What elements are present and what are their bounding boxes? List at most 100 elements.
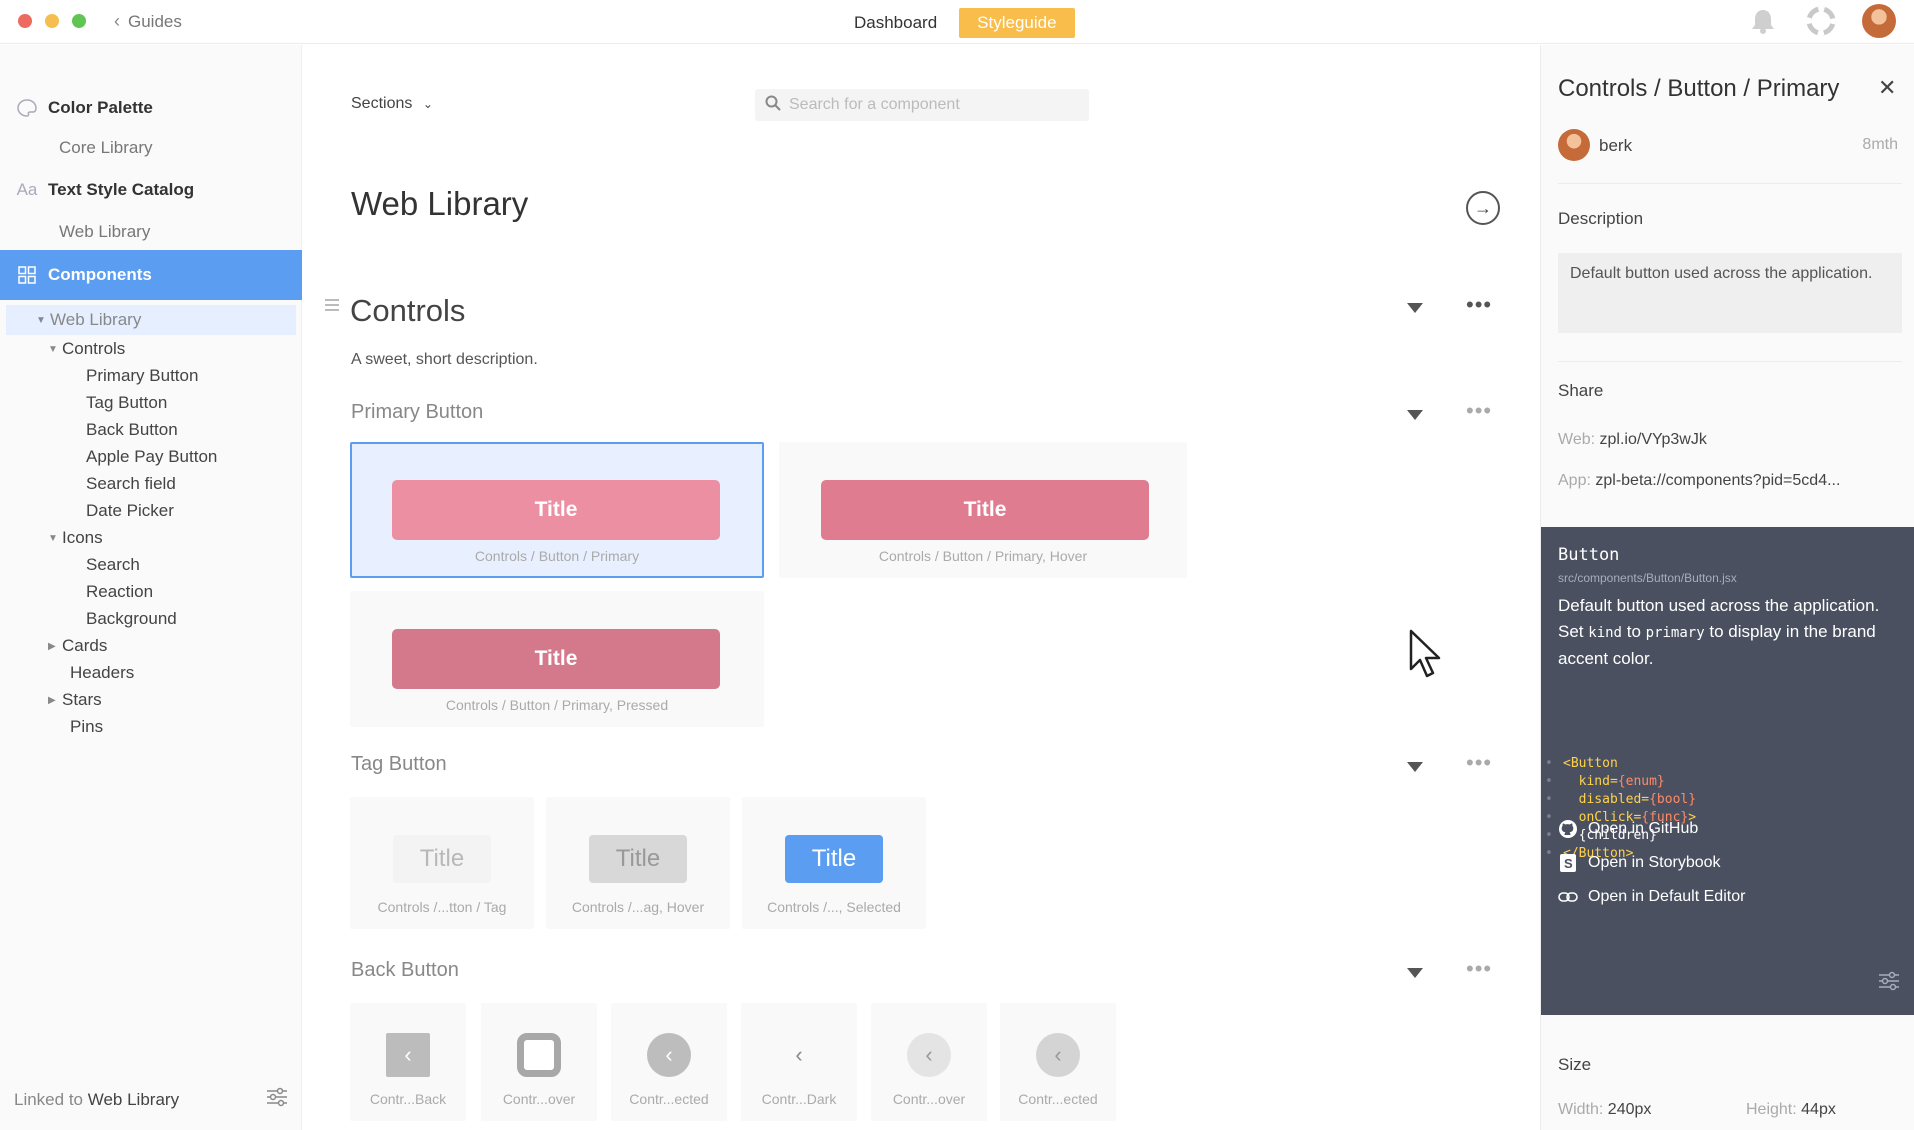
search-icon [765, 95, 781, 116]
sidebar-label: Components [48, 265, 152, 284]
component-card-tag-hover[interactable]: Title Controls /...ag, Hover [546, 797, 730, 929]
tree-item-headers[interactable]: Headers [0, 659, 302, 687]
notifications-bell-icon[interactable] [1746, 4, 1780, 38]
tree-item-stars[interactable]: ▶ Stars [0, 686, 302, 714]
sections-dropdown[interactable]: Sections ⌄ [351, 95, 433, 113]
tree-item-tag-button[interactable]: Tag Button [0, 389, 302, 417]
sidebar-item-components[interactable]: Components [0, 250, 302, 300]
open-in-default-editor-link[interactable]: Open in Default Editor [1558, 887, 1745, 907]
open-in-github-link[interactable]: Open in GitHub [1558, 819, 1698, 839]
component-card-back-selected[interactable]: ‹ Contr...ected [611, 1003, 727, 1121]
tree-item-reaction[interactable]: Reaction [0, 578, 302, 606]
component-card-back-hover[interactable]: Contr...over [481, 1003, 597, 1121]
width-label: Width: [1558, 1101, 1604, 1118]
minimize-window-button[interactable] [45, 14, 59, 28]
tab-dashboard[interactable]: Dashboard [836, 8, 955, 38]
search-input[interactable] [789, 96, 1079, 114]
app-url[interactable]: zpl-beta://components?pid=5cd4... [1595, 472, 1840, 489]
close-window-button[interactable] [18, 14, 32, 28]
back-more-button[interactable]: ••• [1466, 958, 1492, 980]
component-path: src/components/Button/Button.jsx [1558, 571, 1737, 585]
primary-hover-button-preview[interactable]: Title [821, 480, 1149, 540]
primary-pressed-button-preview[interactable]: Title [392, 629, 720, 689]
collapse-primary-button[interactable] [1404, 406, 1424, 422]
maximize-window-button[interactable] [72, 14, 86, 28]
back-to-guides-button[interactable]: ‹ Guides [114, 11, 182, 32]
divider [1558, 361, 1902, 362]
svg-text:S: S [1564, 856, 1573, 871]
tree-item-primary-button[interactable]: Primary Button [0, 362, 302, 390]
collapse-tag-button[interactable] [1404, 758, 1424, 774]
section-more-button[interactable]: ••• [1466, 294, 1492, 316]
chevron-down-icon: ⌄ [422, 97, 433, 111]
tree-item-date-picker[interactable]: Date Picker [0, 497, 302, 525]
back-dark-selected-button-preview[interactable]: ‹ [1036, 1033, 1080, 1077]
share-app-row[interactable]: App: zpl-beta://components?pid=5cd4... [1558, 472, 1840, 490]
linked-library-name[interactable]: Web Library [88, 1090, 179, 1109]
tag-more-button[interactable]: ••• [1466, 752, 1492, 774]
component-card-back-dark-hover[interactable]: ‹ Contr...over [871, 1003, 987, 1121]
component-card-primary-pressed[interactable]: Title Controls / Button / Primary, Press… [350, 591, 764, 727]
drag-handle-icon[interactable] [325, 299, 339, 314]
open-arrow-button[interactable]: → [1466, 191, 1500, 225]
component-name: Button [1558, 545, 1620, 565]
back-selected-button-preview[interactable]: ‹ [647, 1033, 691, 1077]
tree-item-cards[interactable]: ▶ Cards [0, 632, 302, 660]
component-search [755, 89, 1089, 121]
sidebar-item-text-style-catalog[interactable]: Aa Text Style Catalog [0, 175, 302, 205]
editor-settings-icon[interactable] [1878, 971, 1900, 996]
component-card-primary-hover[interactable]: Title Controls / Button / Primary, Hover [779, 442, 1187, 578]
tag-selected-button-preview[interactable]: Title [785, 835, 883, 883]
component-card-back-dark[interactable]: ‹ Contr...Dark [741, 1003, 857, 1121]
sidebar-label: Web Library [50, 310, 142, 329]
link-label: Open in Storybook [1588, 854, 1721, 871]
tab-styleguide[interactable]: Styleguide [959, 8, 1075, 38]
size-label: Size [1558, 1055, 1592, 1074]
collapse-back-button[interactable] [1404, 964, 1424, 980]
component-card-tag-selected[interactable]: Title Controls /..., Selected [742, 797, 926, 929]
open-in-storybook-link[interactable]: S Open in Storybook [1558, 853, 1721, 873]
component-caption: Contr...ected [1018, 1091, 1098, 1107]
tree-item-background[interactable]: Background [0, 605, 302, 633]
tree-item-apple-pay-button[interactable]: Apple Pay Button [0, 443, 302, 471]
share-web-row[interactable]: Web: zpl.io/VYp3wJk [1558, 431, 1707, 449]
primary-button-preview[interactable]: Title [392, 480, 720, 540]
tree-item-search[interactable]: Search [0, 551, 302, 579]
tree-item-back-button[interactable]: Back Button [0, 416, 302, 444]
component-card-tag[interactable]: Title Controls /...tton / Tag [350, 797, 534, 929]
sidebar-item-color-palette[interactable]: Color Palette [0, 93, 302, 123]
height-label: Height: [1746, 1101, 1797, 1118]
component-card-back-dark-selected[interactable]: ‹ Contr...ected [1000, 1003, 1116, 1121]
left-sidebar: Color Palette Core Library Aa Text Style… [0, 45, 302, 1130]
component-card-back[interactable]: ‹ Contr...Back [350, 1003, 466, 1121]
author-name: berk [1599, 136, 1633, 155]
code-block[interactable]: • <Button • kind={enum} • disabled={bool}… [1545, 755, 1696, 863]
tree-item-controls[interactable]: ▼ Controls [0, 335, 302, 363]
primary-more-button[interactable]: ••• [1466, 400, 1492, 422]
sidebar-item-core-library[interactable]: Core Library [0, 133, 302, 163]
tree-item-pins[interactable]: Pins [0, 713, 302, 741]
collapse-section-button[interactable] [1404, 299, 1424, 315]
code-snippet-panel: Button src/components/Button/Button.jsx … [1541, 527, 1914, 1015]
sidebar-item-web-library-text[interactable]: Web Library [0, 217, 302, 247]
tag-hover-button-preview[interactable]: Title [589, 835, 687, 883]
tree-item-search-field[interactable]: Search field [0, 470, 302, 498]
back-hover-button-preview[interactable] [517, 1033, 561, 1077]
sidebar-item-web-library-components[interactable]: ▼ Web Library [6, 305, 296, 335]
close-panel-button[interactable]: ✕ [1878, 75, 1896, 101]
link-label: Open in GitHub [1588, 820, 1699, 837]
tag-button-preview[interactable]: Title [393, 835, 491, 883]
description-text[interactable]: Default button used across the applicati… [1558, 253, 1902, 333]
help-lifebuoy-icon[interactable] [1804, 4, 1838, 38]
back-dark-button-preview[interactable]: ‹ [777, 1033, 821, 1077]
back-button-preview[interactable]: ‹ [386, 1033, 430, 1077]
web-url[interactable]: zpl.io/VYp3wJk [1600, 431, 1707, 448]
tree-item-icons[interactable]: ▼ Icons [0, 524, 302, 552]
sidebar-footer: Linked to Web Library [14, 1087, 288, 1112]
component-card-primary[interactable]: Title Controls / Button / Primary [350, 442, 764, 578]
filter-settings-icon[interactable] [266, 1087, 288, 1112]
user-avatar[interactable] [1862, 4, 1896, 38]
back-dark-hover-button-preview[interactable]: ‹ [907, 1033, 951, 1077]
triangle-down-icon: ▼ [48, 532, 58, 544]
page-title: Web Library [351, 185, 529, 222]
